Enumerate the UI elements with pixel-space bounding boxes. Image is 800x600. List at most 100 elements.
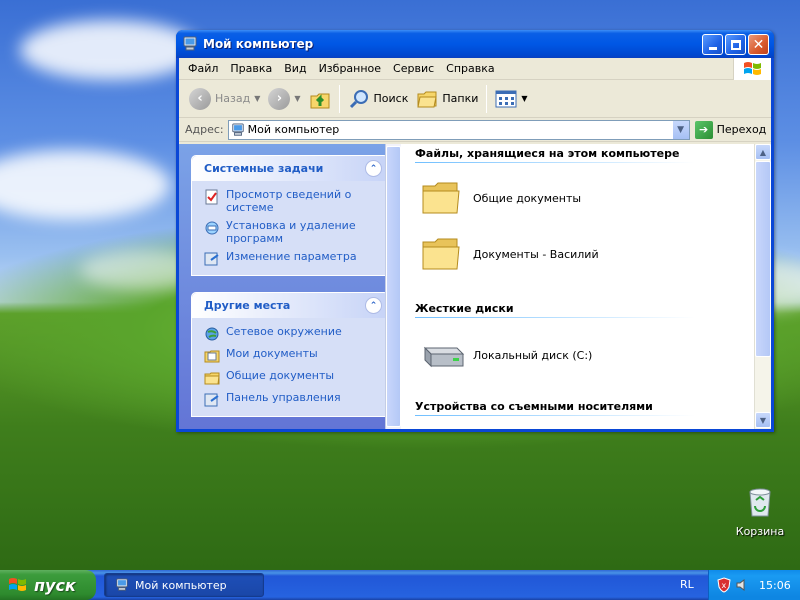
- recycle-bin-label: Корзина: [735, 525, 785, 538]
- collapse-icon[interactable]: ⌃: [365, 160, 382, 177]
- other-places-header[interactable]: Другие места ⌃: [192, 293, 388, 318]
- scroll-down-button[interactable]: ▼: [755, 412, 771, 428]
- windows-logo: [733, 58, 771, 80]
- files-section-title: Файлы, хранящиеся на этом компьютере: [415, 147, 680, 160]
- system-info-icon: [205, 189, 218, 205]
- removable-section-title: Устройства со съемными носителями: [415, 400, 653, 413]
- file-item-user-documents[interactable]: Документы - Василий: [421, 236, 599, 272]
- folder-icon: [422, 238, 460, 270]
- taskbar-window-label: Мой компьютер: [135, 578, 227, 592]
- menu-tools[interactable]: Сервис: [387, 58, 440, 80]
- task-label: Изменение параметра: [226, 250, 357, 263]
- file-view-scrollbar[interactable]: ▲ ▼: [754, 144, 771, 429]
- folders-icon: [417, 91, 437, 107]
- system-tasks-header[interactable]: Системные задачи ⌃: [192, 156, 388, 181]
- task-add-remove-programs[interactable]: Установка и удаление программ: [204, 219, 380, 245]
- my-computer-icon: [116, 578, 128, 591]
- window-title: Мой компьютер: [203, 37, 314, 51]
- file-view: Файлы, хранящиеся на этом компьютере Общ…: [401, 144, 771, 429]
- address-dropdown-button[interactable]: ▼: [671, 120, 689, 139]
- start-button[interactable]: пуск: [0, 570, 96, 600]
- control-panel-icon: [204, 252, 219, 266]
- back-button[interactable]: ‹ Назад ▼: [185, 84, 264, 114]
- menu-favorites[interactable]: Избранное: [313, 58, 387, 80]
- item-label: Локальный диск (C:): [473, 348, 593, 362]
- title-bar[interactable]: Мой компьютер ✕: [176, 30, 774, 58]
- explorer-window: Мой компьютер ✕ Файл Правка Вид Избранно…: [176, 30, 774, 432]
- task-change-setting[interactable]: Изменение параметра: [204, 250, 380, 267]
- place-label: Сетевое окружение: [226, 325, 342, 338]
- back-arrow-icon: ‹: [189, 87, 211, 110]
- place-shared-documents[interactable]: Общие документы: [204, 369, 380, 386]
- folders-label: Папки: [442, 92, 479, 105]
- back-label: Назад: [215, 92, 251, 105]
- recycle-bin-shortcut[interactable]: Корзина: [730, 484, 790, 538]
- up-folder-button[interactable]: [305, 84, 335, 114]
- go-button[interactable]: ➔ Переход: [694, 120, 767, 139]
- search-button[interactable]: Поиск: [344, 84, 413, 114]
- address-label: Адрес:: [185, 123, 224, 136]
- menu-file[interactable]: Файл: [182, 58, 224, 80]
- toolbar: ‹ Назад ▼ › ▼ Поиск Папки ▼: [179, 80, 771, 118]
- drives-section-title: Жесткие диски: [415, 302, 514, 315]
- menu-help[interactable]: Справка: [440, 58, 500, 80]
- network-places-icon: [205, 327, 219, 341]
- control-panel-icon: [204, 393, 219, 407]
- task-pane-scrollbar[interactable]: [385, 144, 401, 429]
- language-indicator[interactable]: RL: [680, 578, 694, 591]
- menu-edit[interactable]: Правка: [224, 58, 278, 80]
- place-label: Общие документы: [226, 369, 335, 382]
- drive-item-c[interactable]: Локальный диск (C:): [421, 340, 592, 370]
- system-tasks-title: Системные задачи: [204, 162, 324, 175]
- menu-view[interactable]: Вид: [278, 58, 312, 80]
- go-arrow-icon: ➔: [694, 120, 713, 139]
- address-input[interactable]: Мой компьютер ▼: [227, 119, 690, 140]
- collapse-icon[interactable]: ⌃: [365, 297, 382, 314]
- views-grid-icon: [495, 90, 517, 107]
- task-pane: Системные задачи ⌃ Просмотр сведений о с…: [179, 144, 401, 429]
- file-item-shared-documents[interactable]: Общие документы: [421, 180, 581, 216]
- other-places-panel: Другие места ⌃ Сетевое окружение Мои док…: [191, 292, 389, 417]
- system-tasks-panel: Системные задачи ⌃ Просмотр сведений о с…: [191, 155, 389, 276]
- item-label: Документы - Василий: [473, 247, 599, 261]
- toolbar-separator: [486, 84, 488, 113]
- place-control-panel[interactable]: Панель управления: [204, 391, 380, 408]
- task-view-system-info[interactable]: Просмотр сведений о системе: [204, 188, 380, 214]
- add-remove-programs-icon: [205, 221, 219, 235]
- chevron-down-icon: ▼: [759, 415, 767, 425]
- forward-button[interactable]: › ▼: [264, 84, 304, 114]
- place-label: Панель управления: [226, 391, 341, 404]
- place-my-documents[interactable]: Мои документы: [204, 347, 380, 364]
- speaker-icon[interactable]: [735, 578, 749, 592]
- address-value: Мой компьютер: [247, 123, 340, 136]
- minimize-icon: [708, 47, 717, 50]
- svg-text:x: x: [722, 581, 727, 590]
- window-client: Файл Правка Вид Избранное Сервис Справка…: [179, 58, 771, 429]
- close-button[interactable]: ✕: [748, 34, 769, 55]
- clock[interactable]: 15:06: [759, 579, 791, 592]
- my-documents-icon: [204, 350, 220, 363]
- my-computer-icon: [183, 36, 197, 51]
- menu-bar: Файл Правка Вид Избранное Сервис Справка: [179, 58, 771, 80]
- hard-drive-icon: [423, 346, 465, 368]
- maximize-button[interactable]: [725, 34, 746, 55]
- views-button[interactable]: ▼: [491, 84, 531, 114]
- section-divider: [415, 415, 695, 416]
- windows-flag-icon: [9, 578, 26, 591]
- place-label: Мои документы: [226, 347, 318, 360]
- task-pane-scroll-thumb[interactable]: [386, 146, 401, 427]
- folders-button[interactable]: Папки: [412, 84, 482, 114]
- go-label: Переход: [716, 123, 767, 136]
- forward-dropdown-icon: ▼: [294, 94, 301, 103]
- taskbar-window-button[interactable]: Мой компьютер: [104, 573, 264, 597]
- search-icon: [349, 89, 368, 108]
- search-label: Поиск: [373, 92, 409, 105]
- scroll-thumb[interactable]: [755, 161, 771, 357]
- minimize-button[interactable]: [702, 34, 723, 55]
- place-network[interactable]: Сетевое окружение: [204, 325, 380, 342]
- scroll-up-button[interactable]: ▲: [755, 144, 771, 160]
- content-area: Системные задачи ⌃ Просмотр сведений о с…: [179, 144, 771, 429]
- up-folder-icon: [310, 93, 330, 108]
- security-shield-icon[interactable]: x: [717, 577, 731, 593]
- maximize-icon: [730, 39, 741, 50]
